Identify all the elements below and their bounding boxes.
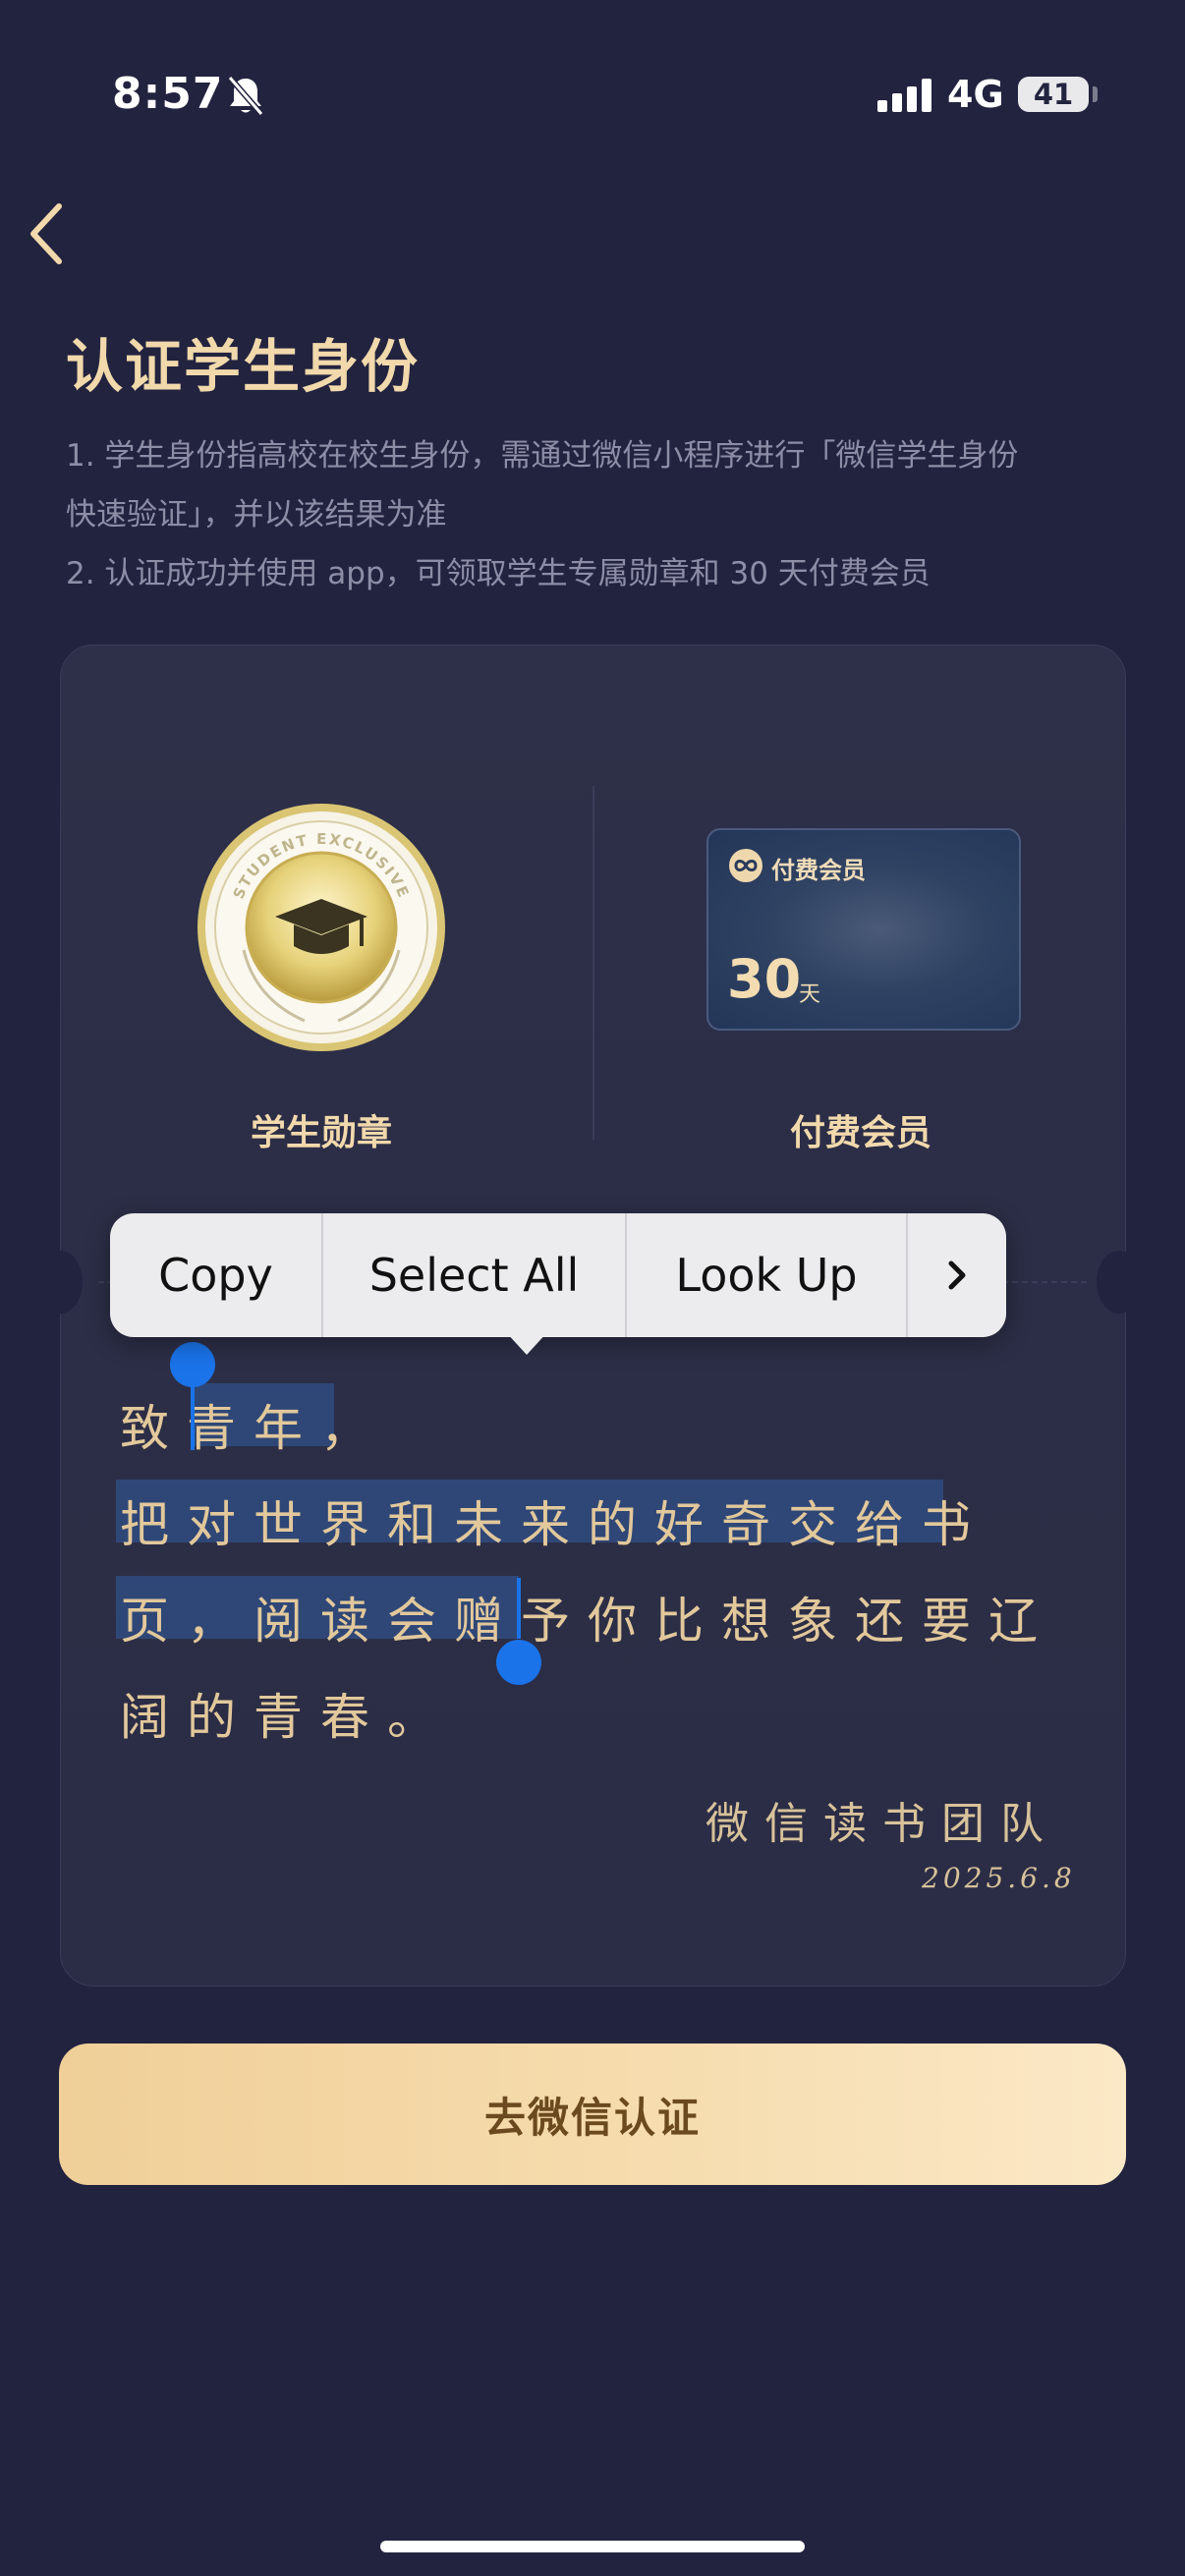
bell-muted-icon <box>227 76 264 116</box>
selection-end-handle[interactable] <box>496 1640 541 1685</box>
letter-signature: 微信读书团队 <box>705 1799 1059 1849</box>
menu-look-up[interactable]: Look Up <box>627 1213 908 1337</box>
description-line: 快速验证」，并以该结果为准 <box>66 497 447 532</box>
context-menu-pointer <box>505 1331 548 1355</box>
card-divider <box>592 786 594 1140</box>
infinity-logo-icon <box>729 849 762 882</box>
menu-more-button[interactable] <box>908 1213 1006 1337</box>
card-notch-left <box>37 1251 83 1314</box>
membership-label: 付费会员 <box>789 1113 931 1153</box>
chevron-right-icon <box>948 1260 966 1290</box>
letter-line: 阔的青春。 <box>120 1689 454 1746</box>
letter-line: 页，阅读会赠予你比想象还要辽 <box>120 1593 1055 1650</box>
membership-card-title: 付费会员 <box>771 857 866 884</box>
network-type: 4G <box>947 73 1004 116</box>
description-line: 2. 认证成功并使用 app，可领取学生专属勋章和 30 天付费会员 <box>66 556 931 591</box>
menu-select-all[interactable]: Select All <box>323 1213 627 1337</box>
home-indicator[interactable] <box>380 2541 805 2552</box>
description-line: 1. 学生身份指高校在校生身份，需通过微信小程序进行「微信学生身份 <box>66 438 1019 474</box>
status-time: 8:57 <box>112 69 224 119</box>
card-notch-right <box>1097 1251 1142 1314</box>
page-title: 认证学生身份 <box>66 333 421 400</box>
battery-tip <box>1093 86 1098 102</box>
text-context-menu: Copy Select All Look Up <box>110 1213 1006 1337</box>
signal-icon <box>877 79 931 112</box>
membership-days-unit: 天 <box>799 982 821 1007</box>
letter-line: 致青年， <box>120 1400 387 1457</box>
menu-copy[interactable]: Copy <box>110 1213 323 1337</box>
letter-date: 2025.6.8 <box>922 1862 1076 1894</box>
student-medal-icon: STUDENT EXCLUSIVE <box>198 804 445 1051</box>
letter-line: 把对世界和未来的好奇交给书 <box>120 1496 988 1553</box>
battery-indicator: 41 <box>1018 77 1089 112</box>
battery-level: 41 <box>1033 78 1074 111</box>
membership-days: 30 <box>727 948 802 1010</box>
medal-label: 学生勋章 <box>250 1113 392 1153</box>
selection-start-caret <box>191 1375 195 1450</box>
selection-end-caret <box>517 1578 521 1639</box>
back-chevron-icon[interactable] <box>20 195 79 273</box>
wechat-verify-button[interactable]: 去微信认证 <box>59 2044 1126 2185</box>
